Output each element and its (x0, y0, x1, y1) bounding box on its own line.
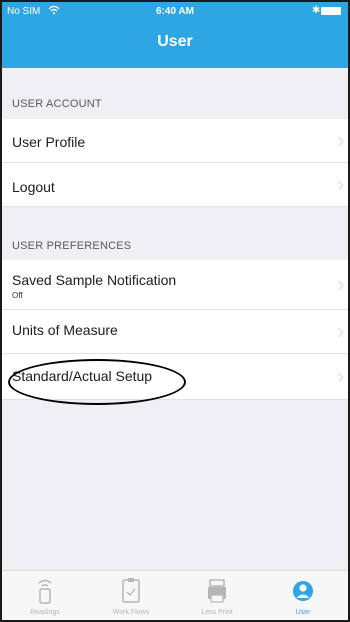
chevron-right-icon (333, 372, 344, 383)
units-of-measure-row[interactable]: Units of Measure (2, 310, 348, 354)
printer-icon (208, 579, 226, 603)
tab-readings[interactable]: Readings (2, 571, 88, 620)
phone-screen: No SIM 6:40 AM ✱ User USER ACCOUNT User … (0, 0, 350, 622)
tab-user[interactable]: User (260, 571, 346, 620)
navigation-header: No SIM 6:40 AM ✱ User (2, 2, 348, 68)
chevron-right-icon (333, 180, 344, 191)
tab-label: User (295, 609, 311, 616)
chevron-right-icon (333, 327, 344, 338)
section-header-label: USER PREFERENCES (12, 240, 132, 252)
sensor-icon (38, 579, 52, 604)
tab-label: Less Print (201, 609, 233, 616)
row-value: Off (12, 291, 23, 300)
row-label: User Profile (12, 134, 86, 150)
chevron-right-icon (333, 136, 344, 147)
tab-label: Work Flows (112, 609, 150, 616)
tab-less-print[interactable]: Less Print (174, 571, 260, 620)
page-title: User (157, 33, 193, 50)
row-label: Logout (12, 179, 55, 195)
logout-row[interactable]: Logout (2, 163, 348, 207)
battery-icon (321, 7, 341, 15)
chevron-right-icon (333, 280, 344, 291)
tab-bar: Readings Work Flows Less Print User (2, 570, 348, 620)
status-time: 6:40 AM (156, 6, 194, 17)
clipboard-icon (122, 578, 140, 603)
user-icon (293, 581, 313, 601)
user-profile-row[interactable]: User Profile (2, 119, 348, 163)
highlight-annotation (8, 359, 186, 405)
row-label: Units of Measure (12, 322, 118, 338)
tab-work-flows[interactable]: Work Flows (88, 571, 174, 620)
tab-label: Readings (30, 609, 60, 616)
status-bar: No SIM 6:40 AM ✱ (2, 2, 348, 22)
bluetooth-icon: ✱ (312, 5, 321, 16)
saved-sample-notification-row[interactable]: Saved Sample Notification Off (2, 260, 348, 310)
row-label: Saved Sample Notification (12, 272, 177, 288)
section-header-label: USER ACCOUNT (12, 98, 102, 110)
